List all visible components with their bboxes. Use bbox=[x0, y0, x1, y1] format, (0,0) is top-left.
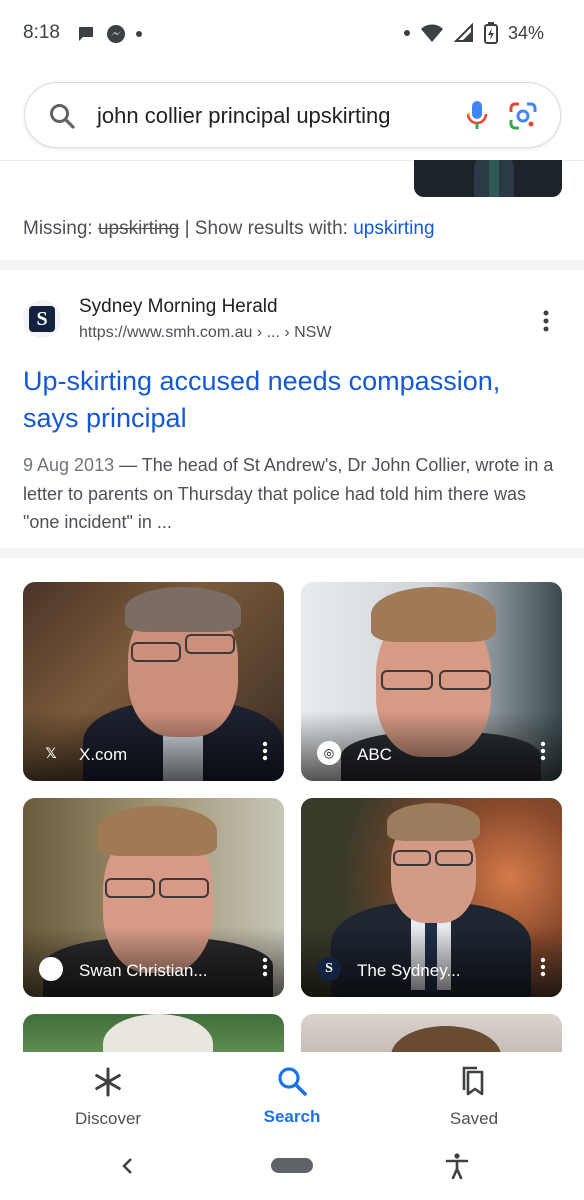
more-options-icon[interactable] bbox=[540, 957, 546, 977]
battery-icon bbox=[483, 22, 498, 44]
status-time: 8:18 bbox=[23, 22, 60, 43]
nav-search-label: Search bbox=[263, 1107, 321, 1126]
more-options-icon[interactable] bbox=[262, 957, 268, 977]
asterisk-icon bbox=[95, 1067, 121, 1097]
battery-percent: 34% bbox=[507, 22, 544, 43]
missing-term: upskirting bbox=[97, 218, 180, 239]
result-url[interactable]: https://www.smh.com.au › ... › NSW bbox=[79, 324, 332, 342]
google-lens-icon[interactable] bbox=[509, 102, 537, 130]
back-icon[interactable] bbox=[120, 1156, 134, 1176]
image-source[interactable]: X.com bbox=[79, 745, 127, 765]
search-query[interactable]: john collier principal upskirting bbox=[97, 103, 390, 129]
search-bar[interactable]: john collier principal upskirting bbox=[24, 82, 561, 148]
image-result[interactable]: ◎ ABC bbox=[301, 582, 562, 781]
bottom-navigation: Discover Search Saved bbox=[0, 1052, 584, 1140]
home-pill[interactable] bbox=[271, 1158, 313, 1173]
section-divider bbox=[0, 260, 584, 270]
image-result[interactable]: 𝕏 X.com bbox=[23, 582, 284, 781]
status-right: 34% bbox=[403, 22, 544, 44]
show-results-label: Show results with: bbox=[194, 218, 348, 239]
accessibility-icon[interactable] bbox=[445, 1153, 469, 1179]
wifi-icon bbox=[420, 24, 443, 42]
image-source[interactable]: ABC bbox=[357, 745, 392, 765]
nav-discover-label: Discover bbox=[74, 1109, 142, 1128]
smh-logo-icon: S bbox=[317, 957, 341, 981]
smh-logo-icon: S bbox=[29, 306, 55, 332]
nav-discover[interactable]: Discover bbox=[48, 1066, 168, 1129]
result-thumbnail[interactable] bbox=[414, 160, 562, 197]
result-title-link[interactable]: Up-skirting accused needs compassion, sa… bbox=[23, 363, 563, 437]
chat-icon bbox=[79, 27, 93, 41]
image-source[interactable]: The Sydney... bbox=[357, 961, 461, 981]
nav-saved-label: Saved bbox=[449, 1109, 499, 1128]
search-icon[interactable] bbox=[49, 103, 75, 129]
show-results-with-link[interactable]: upskirting bbox=[353, 218, 434, 239]
nav-saved[interactable]: Saved bbox=[414, 1066, 534, 1129]
section-divider bbox=[0, 548, 584, 558]
x-logo-icon: 𝕏 bbox=[45, 744, 57, 761]
bookmarks-icon bbox=[462, 1066, 484, 1096]
cell-signal-icon bbox=[453, 23, 473, 42]
circle-logo-icon bbox=[39, 957, 63, 981]
status-bar: 8:18 34% bbox=[0, 0, 584, 68]
result-snippet: 9 Aug 2013 — The head of St Andrew's, Dr… bbox=[23, 451, 563, 537]
more-options-icon[interactable] bbox=[540, 741, 546, 761]
image-source[interactable]: Swan Christian... bbox=[79, 961, 208, 981]
nav-search[interactable]: Search bbox=[232, 1066, 352, 1127]
notification-icons bbox=[76, 24, 142, 44]
microphone-icon[interactable] bbox=[465, 100, 489, 132]
more-options-icon[interactable] bbox=[262, 741, 268, 761]
missing-terms-line: Missing: upskirting | Show results with:… bbox=[23, 218, 435, 240]
missing-label: Missing: bbox=[23, 218, 93, 239]
search-icon bbox=[278, 1067, 307, 1096]
system-navigation bbox=[0, 1140, 584, 1200]
site-favicon: S bbox=[23, 300, 61, 338]
notification-dot-icon bbox=[403, 30, 410, 36]
messenger-icon bbox=[107, 25, 125, 43]
result-date: 9 Aug 2013 bbox=[23, 455, 115, 475]
result-site-name[interactable]: Sydney Morning Herald bbox=[79, 296, 278, 318]
abc-logo-icon: ◎ bbox=[317, 741, 341, 765]
image-result[interactable]: Swan Christian... bbox=[23, 798, 284, 997]
more-options-icon[interactable] bbox=[543, 310, 549, 332]
image-result[interactable]: S The Sydney... bbox=[301, 798, 562, 997]
missing-separator: | bbox=[184, 218, 190, 239]
notification-dot-icon bbox=[136, 31, 142, 37]
